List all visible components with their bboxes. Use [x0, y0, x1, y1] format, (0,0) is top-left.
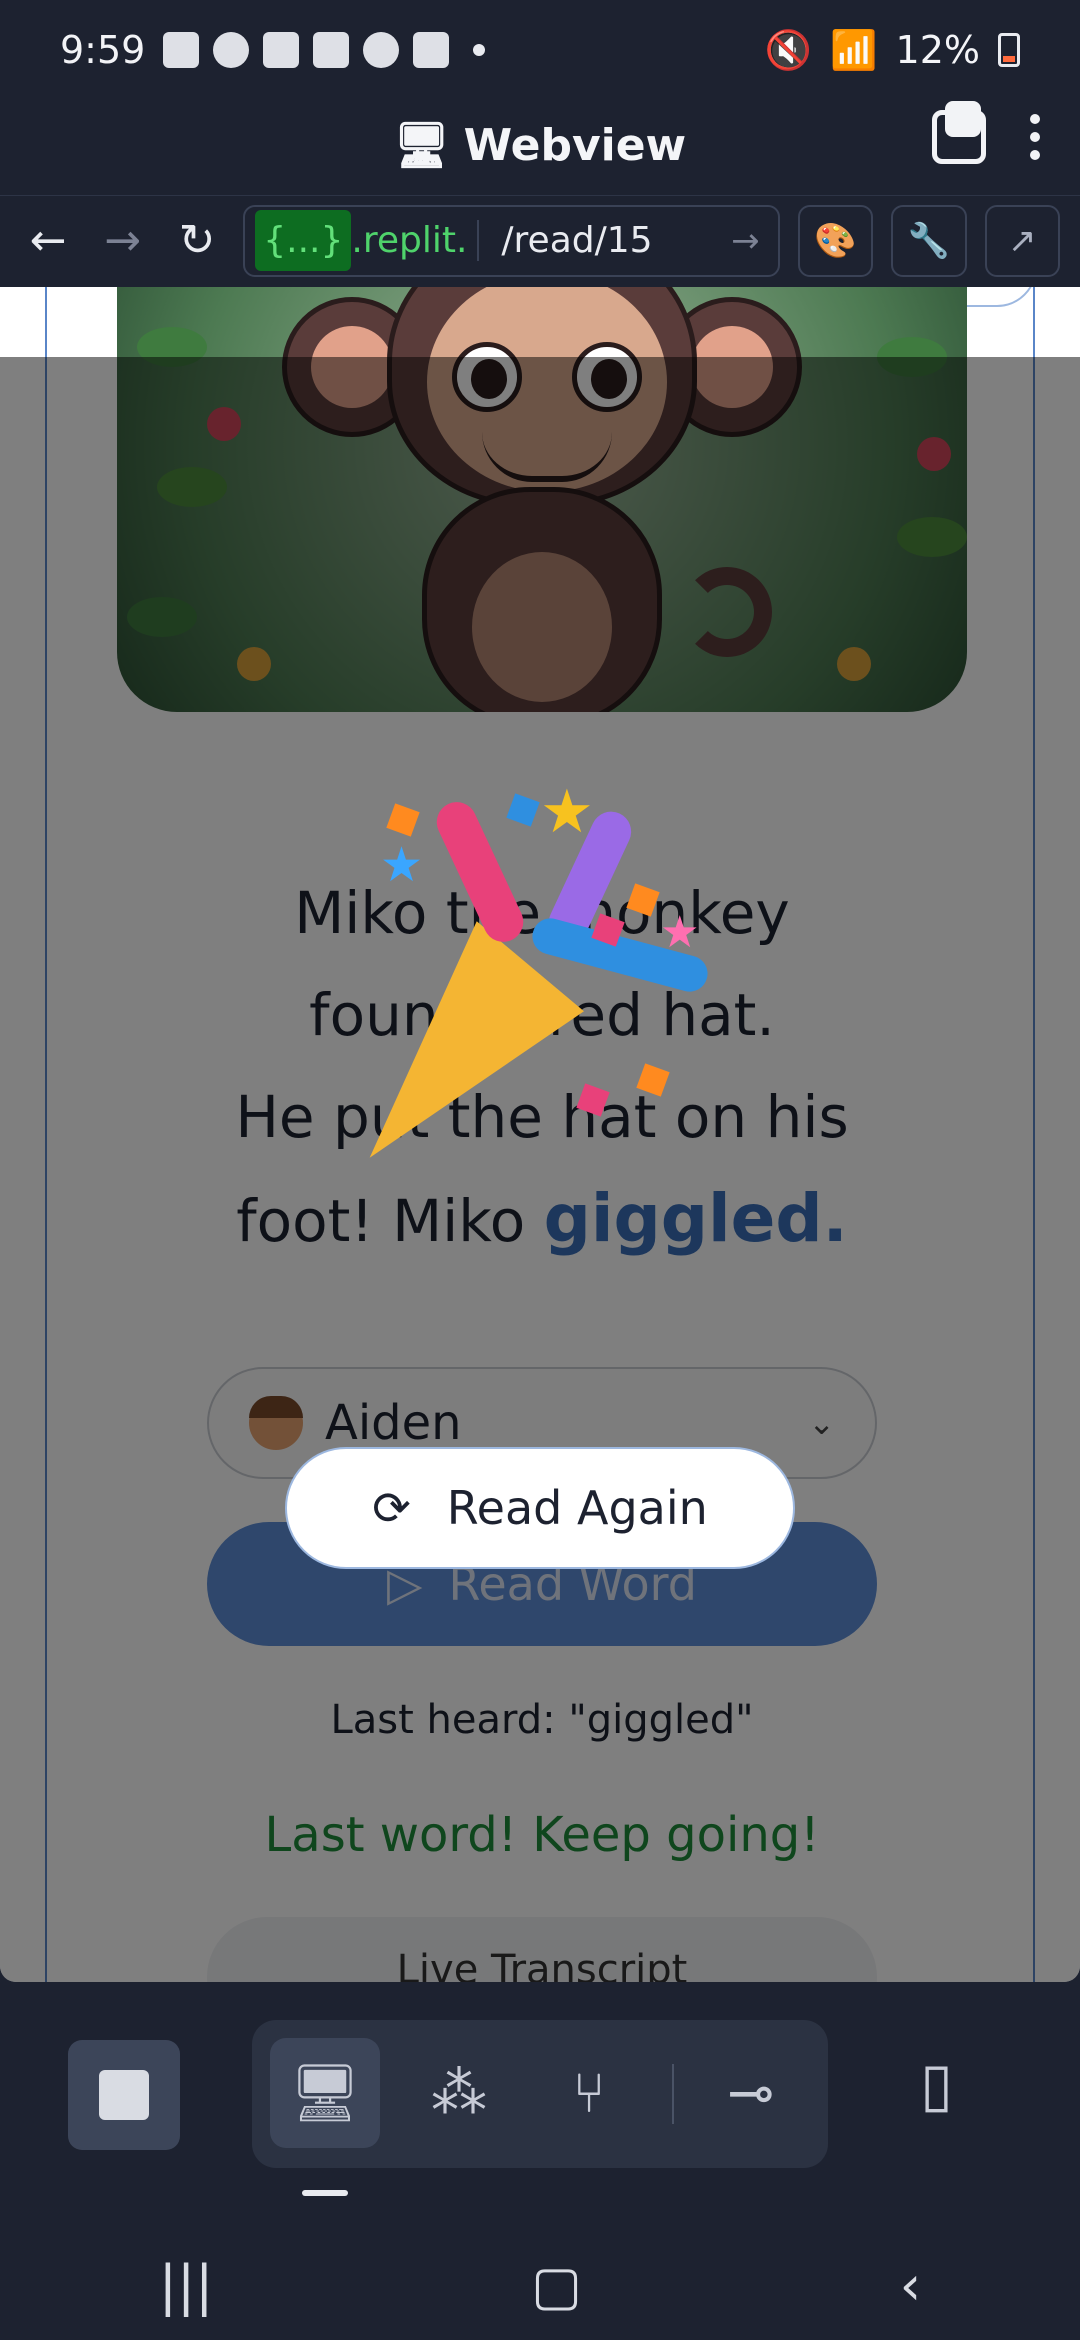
git-icon[interactable]: ⑂	[534, 2038, 644, 2148]
title-bar: 🖥 Webview	[0, 100, 1080, 190]
tabs-icon[interactable]	[932, 101, 986, 164]
status-time: 9:59	[60, 28, 146, 72]
url-host-badge: {...}	[255, 210, 352, 271]
active-tab-indicator	[302, 2190, 348, 2196]
go-arrow-icon[interactable]: →	[731, 221, 777, 261]
more-notifications-icon	[473, 44, 486, 56]
status-bar: 9:59 🔇 📶 12%	[0, 0, 1080, 100]
battery-percent: 12%	[895, 28, 980, 72]
app-icon	[363, 32, 400, 68]
wifi-icon: 📶	[830, 27, 878, 72]
open-external-icon[interactable]: ↗	[984, 204, 1060, 277]
url-input[interactable]: {...} .replit. /read/15 →	[243, 204, 780, 277]
monitor-icon: 🖥	[393, 120, 450, 171]
packages-icon[interactable]: ⁂	[404, 2038, 514, 2148]
webview-icon[interactable]: 🖥	[270, 2038, 380, 2148]
back-icon[interactable]: ‹	[900, 2254, 922, 2317]
youtube-icon	[313, 32, 350, 68]
wrench-icon[interactable]: 🔧	[891, 204, 967, 277]
bottom-toolbar: 🖥 ⁂ ⑂ ⊸ ▯	[0, 2020, 1080, 2168]
divider	[672, 2064, 674, 2124]
more-menu-icon[interactable]	[1030, 114, 1040, 160]
mute-icon: 🔇	[764, 27, 813, 72]
reload-icon[interactable]: ↻	[169, 211, 225, 271]
youtube-icon	[263, 32, 300, 68]
url-path: /read/15	[501, 220, 653, 261]
home-icon[interactable]: ▢	[531, 2254, 582, 2317]
page-title: Webview	[463, 119, 687, 171]
android-nav-bar: ||| ▢ ‹	[0, 2230, 1080, 2340]
alert-icon	[163, 32, 200, 68]
read-again-button[interactable]: ⟳ Read Again	[285, 1447, 795, 1569]
tool-group: 🖥 ⁂ ⑂ ⊸	[252, 2020, 828, 2168]
commit-icon[interactable]: ⊸	[696, 2038, 806, 2148]
url-toolbar: ← → ↻ {...} .replit. /read/15 → 🎨 🔧 ↗	[0, 195, 1080, 285]
url-host-suffix: .replit.	[351, 220, 480, 261]
party-popper-icon: ★ ★ ★	[316, 777, 760, 1207]
stop-button[interactable]	[68, 2040, 180, 2150]
stop-icon	[99, 2070, 149, 2120]
gmail-icon	[413, 32, 450, 68]
palette-icon[interactable]: 🎨	[797, 204, 874, 277]
refresh-icon: ⟳	[372, 1481, 411, 1535]
back-arrow-icon[interactable]: ←	[20, 211, 76, 271]
recent-apps-icon[interactable]: |||	[159, 2254, 214, 2317]
webview: Miko the monkey found a red hat. He put …	[0, 287, 1080, 1982]
chrome-icon	[213, 32, 250, 68]
notification-icons	[163, 32, 486, 68]
read-again-label: Read Again	[446, 1481, 708, 1535]
battery-icon	[998, 33, 1020, 67]
forward-arrow-icon[interactable]: →	[94, 211, 150, 271]
device-preview-icon[interactable]: ▯	[920, 2050, 990, 2140]
